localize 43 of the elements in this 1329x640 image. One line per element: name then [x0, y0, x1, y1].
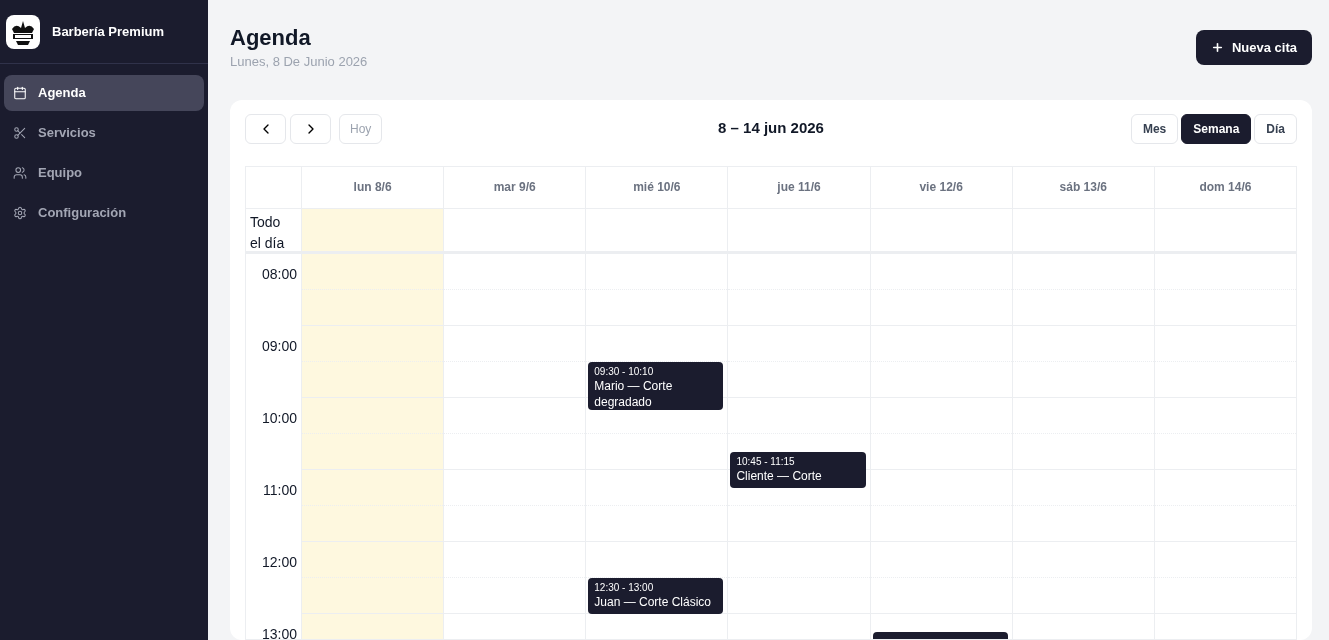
- hour-label: 12:00: [261, 552, 297, 570]
- hour-label: 13:00: [261, 624, 297, 639]
- nav-item[interactable]: Equipo: [4, 155, 204, 191]
- brand-name: Barbería Premium: [52, 22, 164, 41]
- nav-item[interactable]: Agenda: [4, 75, 204, 111]
- nav-item[interactable]: Servicios: [4, 115, 204, 151]
- new-appointment-button[interactable]: Nueva cita: [1195, 30, 1312, 65]
- page-date: Lunes, 8 De Junio 2026: [230, 53, 368, 71]
- previous-button[interactable]: [245, 113, 286, 144]
- hour-label: 10:00: [261, 408, 297, 426]
- hour-label: 08:00: [261, 264, 297, 282]
- day-header: mar 9/6: [493, 179, 536, 196]
- day-header: jue 11/6: [777, 179, 821, 196]
- event-title: Juan — Corte Clásico: [594, 593, 712, 610]
- all-day-label: Todo el día: [250, 212, 286, 253]
- view-tab[interactable]: Día: [1254, 113, 1297, 144]
- day-header: dom 14/6: [1199, 179, 1252, 196]
- next-button[interactable]: [290, 113, 331, 144]
- logo-drawing: [6, 14, 40, 49]
- appointment-event[interactable]: 10:45 - 11:15 Cliente — Corte: [730, 451, 866, 488]
- hour-label: 11:00: [263, 480, 297, 498]
- users-icon: [13, 166, 27, 180]
- view-tab[interactable]: Semana: [1181, 113, 1252, 144]
- page-title: Agenda: [230, 24, 312, 52]
- scissors-icon: [13, 126, 27, 140]
- day-header: sáb 13/6: [1059, 179, 1107, 196]
- event-title: Mario — Corte degradado: [594, 377, 674, 410]
- settings-icon: [13, 206, 27, 220]
- appointment-event[interactable]: 09:30 - 10:10 Mario — Corte degradado: [588, 361, 724, 410]
- day-header: lun 8/6: [353, 179, 392, 196]
- event-time: 12:30 - 13:00: [594, 580, 655, 594]
- view-tab[interactable]: Mes: [1130, 113, 1179, 144]
- appointment-event[interactable]: 12:30 - 13:00 Juan — Corte Clásico: [588, 577, 724, 614]
- nav-item[interactable]: Configuración: [4, 195, 204, 231]
- day-header: vie 12/6: [919, 179, 963, 196]
- day-header: mié 10/6: [633, 179, 681, 196]
- event-time: 09:30 - 10:10: [594, 364, 655, 378]
- calendar-icon: [13, 86, 27, 100]
- plus-icon: [1210, 41, 1224, 54]
- hour-label: 09:00: [261, 336, 297, 354]
- event-time: 10:45 - 11:15: [736, 454, 796, 468]
- date-range: 8 – 14 jun 2026: [718, 118, 824, 139]
- event-title: Cliente — Corte: [736, 467, 823, 484]
